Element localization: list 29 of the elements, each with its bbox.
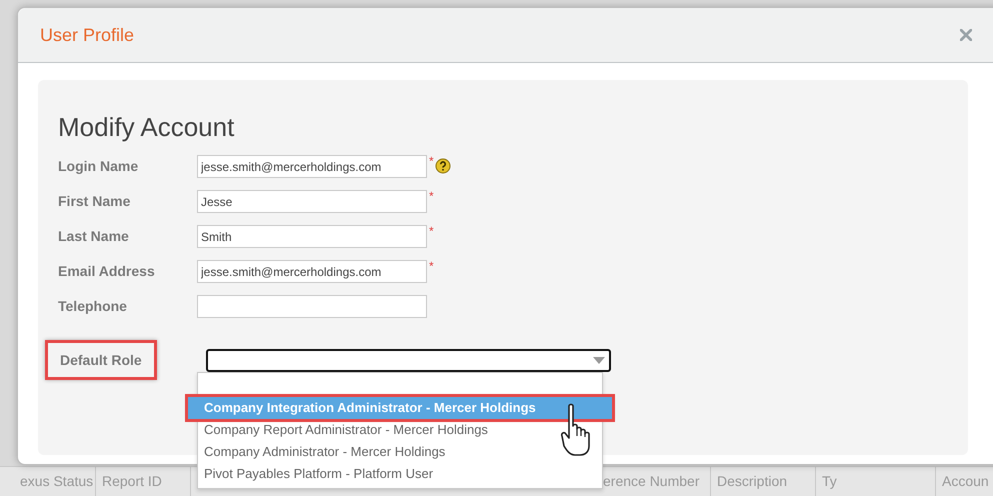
field-label: Default Role — [45, 340, 157, 380]
field-label: Last Name — [58, 227, 130, 246]
required-mark: * — [429, 190, 434, 202]
field-label: First Name — [58, 192, 132, 211]
column-header: exus Status — [20, 472, 94, 491]
column-header: erence Number — [603, 472, 700, 491]
field-label: Login Name — [58, 157, 140, 176]
form-heading: Modify Account — [58, 111, 236, 144]
column-header: Report ID — [102, 472, 162, 491]
field-label: Email Address — [58, 262, 156, 281]
required-mark: * — [429, 260, 434, 272]
column-header: Accoun — [942, 472, 989, 491]
text-field[interactable] — [197, 295, 427, 318]
dialog-title: User Profile — [40, 24, 134, 46]
role-select[interactable] — [206, 348, 611, 372]
column-header: Description — [717, 472, 788, 491]
text-field[interactable]: Smith — [197, 225, 427, 248]
dropdown-option[interactable]: Pivot Payables Platform - Platform User — [198, 463, 602, 485]
field-label: Telephone — [58, 297, 128, 316]
required-mark: * — [429, 155, 434, 167]
column-header: Ty — [822, 472, 837, 491]
text-field[interactable]: Jesse — [197, 190, 427, 213]
text-field[interactable]: jesse.smith@mercerholdings.com — [197, 260, 427, 283]
text-field[interactable]: jesse.smith@mercerholdings.com — [197, 155, 427, 178]
help-icon[interactable] — [434, 158, 451, 174]
dropdown-option[interactable]: Company Report Administrator - Mercer Holdings — [198, 419, 602, 441]
dropdown-arrow-icon — [593, 356, 605, 364]
required-mark: * — [429, 225, 434, 237]
dropdown-option[interactable]: Company Administrator - Mercer Holdings — [198, 441, 602, 463]
